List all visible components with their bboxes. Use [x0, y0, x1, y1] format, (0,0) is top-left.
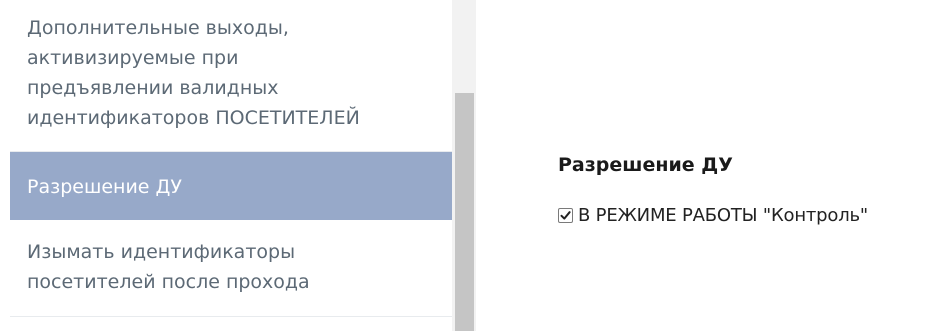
checkmark-icon — [560, 211, 571, 220]
control-mode-option[interactable]: В РЕЖИМЕ РАБОТЫ "Контроль" — [558, 205, 868, 226]
menu-scrollbar-thumb[interactable] — [455, 93, 474, 331]
app-window: Дополнительные выходы, активизируемые пр… — [0, 0, 938, 331]
section-title: Разрешение ДУ — [558, 154, 733, 176]
menu-item-next[interactable] — [10, 318, 452, 331]
menu-item-label: Разрешение ДУ — [27, 176, 182, 198]
detail-panel: Разрешение ДУ В РЕЖИМЕ РАБОТЫ "Контроль" — [476, 0, 938, 331]
menu-item-label: Изымать идентификаторы посетителей после… — [27, 241, 310, 293]
settings-menu: Дополнительные выходы, активизируемые пр… — [0, 0, 452, 331]
control-mode-label: В РЕЖИМЕ РАБОТЫ "Контроль" — [578, 205, 869, 226]
menu-item-label: Дополнительные выходы, активизируемые пр… — [27, 17, 360, 129]
menu-item-retain-visitor-ids[interactable]: Изымать идентификаторы посетителей после… — [10, 220, 452, 317]
menu-item-remote-control-permission[interactable]: Разрешение ДУ — [10, 152, 452, 220]
menu-item-additional-exits[interactable]: Дополнительные выходы, активизируемые пр… — [10, 0, 452, 152]
menu-scrollbar[interactable] — [452, 0, 476, 331]
control-mode-checkbox[interactable] — [558, 208, 573, 223]
